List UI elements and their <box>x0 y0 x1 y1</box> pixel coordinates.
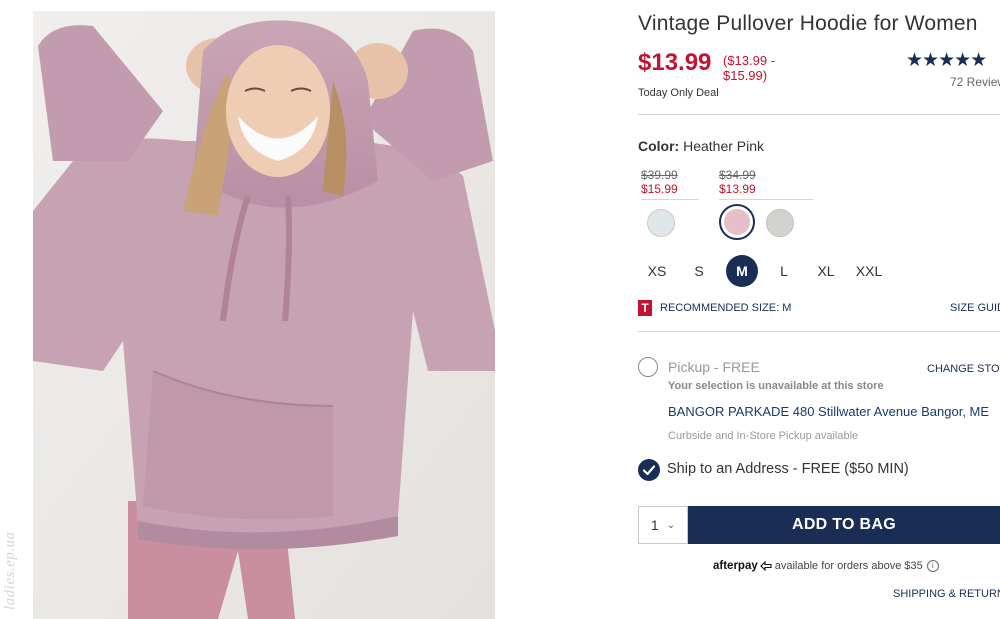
afterpay-text: available for orders above $35 <box>774 560 923 572</box>
product-image <box>33 11 495 619</box>
color-label: Color: <box>638 138 680 154</box>
recommended-size: T RECOMMENDED SIZE: M <box>638 300 791 316</box>
color-swatch-floral-print[interactable] <box>647 209 675 237</box>
group-sale-price: $15.99 <box>641 182 678 196</box>
price-group: $34.99 $13.99 <box>719 168 756 196</box>
afterpay-notice: afterpay available for orders above $35 … <box>713 560 939 572</box>
size-guide-link[interactable]: SIZE GUIDE <box>950 302 1000 314</box>
group-sale-price: $13.99 <box>719 182 756 196</box>
divider <box>641 199 699 200</box>
sale-price: $13.99 <box>638 49 712 76</box>
rating-stars-icon[interactable]: ★★★★★ <box>906 49 987 72</box>
product-details-panel: Vintage Pullover Hoodie for Women $13.99… <box>638 0 1000 619</box>
shipping-returns-link[interactable]: SHIPPING & RETURNS <box>893 588 1000 600</box>
divider <box>638 114 1000 115</box>
unavailable-message: Your selection is unavailable at this st… <box>668 380 884 392</box>
color-swatch-heather-gray[interactable] <box>766 209 794 237</box>
size-option-m[interactable]: M <box>726 255 758 287</box>
reviews-link[interactable]: 72 Reviews <box>950 75 1000 89</box>
size-option-l[interactable]: L <box>768 255 800 287</box>
watermark-text: ladies.ep.ua <box>2 531 18 611</box>
info-icon[interactable]: i <box>926 560 939 572</box>
swatch-fill <box>724 209 750 235</box>
color-value: Heather Pink <box>683 138 765 154</box>
chevron-down-icon: ⌄ <box>666 519 676 531</box>
size-option-xxl[interactable]: XXL <box>853 255 885 287</box>
size-option-xs[interactable]: XS <box>641 255 673 287</box>
original-price: $39.99 <box>641 168 678 182</box>
ship-to-address-label: Ship to an Address - FREE ($50 MIN) <box>667 461 909 477</box>
divider <box>719 199 813 200</box>
color-selection: Color: Heather Pink <box>638 138 764 154</box>
afterpay-logo: afterpay <box>713 560 758 572</box>
pickup-radio[interactable] <box>638 357 658 377</box>
curbside-note: Curbside and In-Store Pickup available <box>668 430 859 442</box>
add-to-bag-button[interactable]: ADD TO BAG <box>688 506 1000 544</box>
quantity-select[interactable]: 1 ⌄ <box>638 506 688 544</box>
color-swatch-heather-pink[interactable] <box>719 204 755 240</box>
deal-label: Today Only Deal <box>638 87 719 99</box>
recommended-size-text: RECOMMENDED SIZE: M <box>660 302 792 314</box>
price-group: $39.99 $15.99 <box>641 168 678 196</box>
checkmark-icon <box>642 465 656 476</box>
true-fit-icon: T <box>638 300 652 316</box>
quantity-value: 1 <box>650 517 659 533</box>
store-address[interactable]: BANGOR PARKADE 480 Stillwater Avenue Ban… <box>668 404 989 419</box>
ship-check-icon[interactable] <box>638 459 660 481</box>
change-store-link[interactable]: CHANGE STORE <box>927 363 1000 375</box>
size-option-xl[interactable]: XL <box>810 255 842 287</box>
divider <box>638 331 1000 332</box>
size-option-s[interactable]: S <box>683 255 715 287</box>
product-title: Vintage Pullover Hoodie for Women <box>638 12 978 35</box>
pickup-label: Pickup - FREE <box>668 359 760 375</box>
afterpay-arrows-icon <box>759 561 772 571</box>
original-price: $34.99 <box>719 168 756 182</box>
price-range: ($13.99 - $15.99) <box>723 53 776 83</box>
